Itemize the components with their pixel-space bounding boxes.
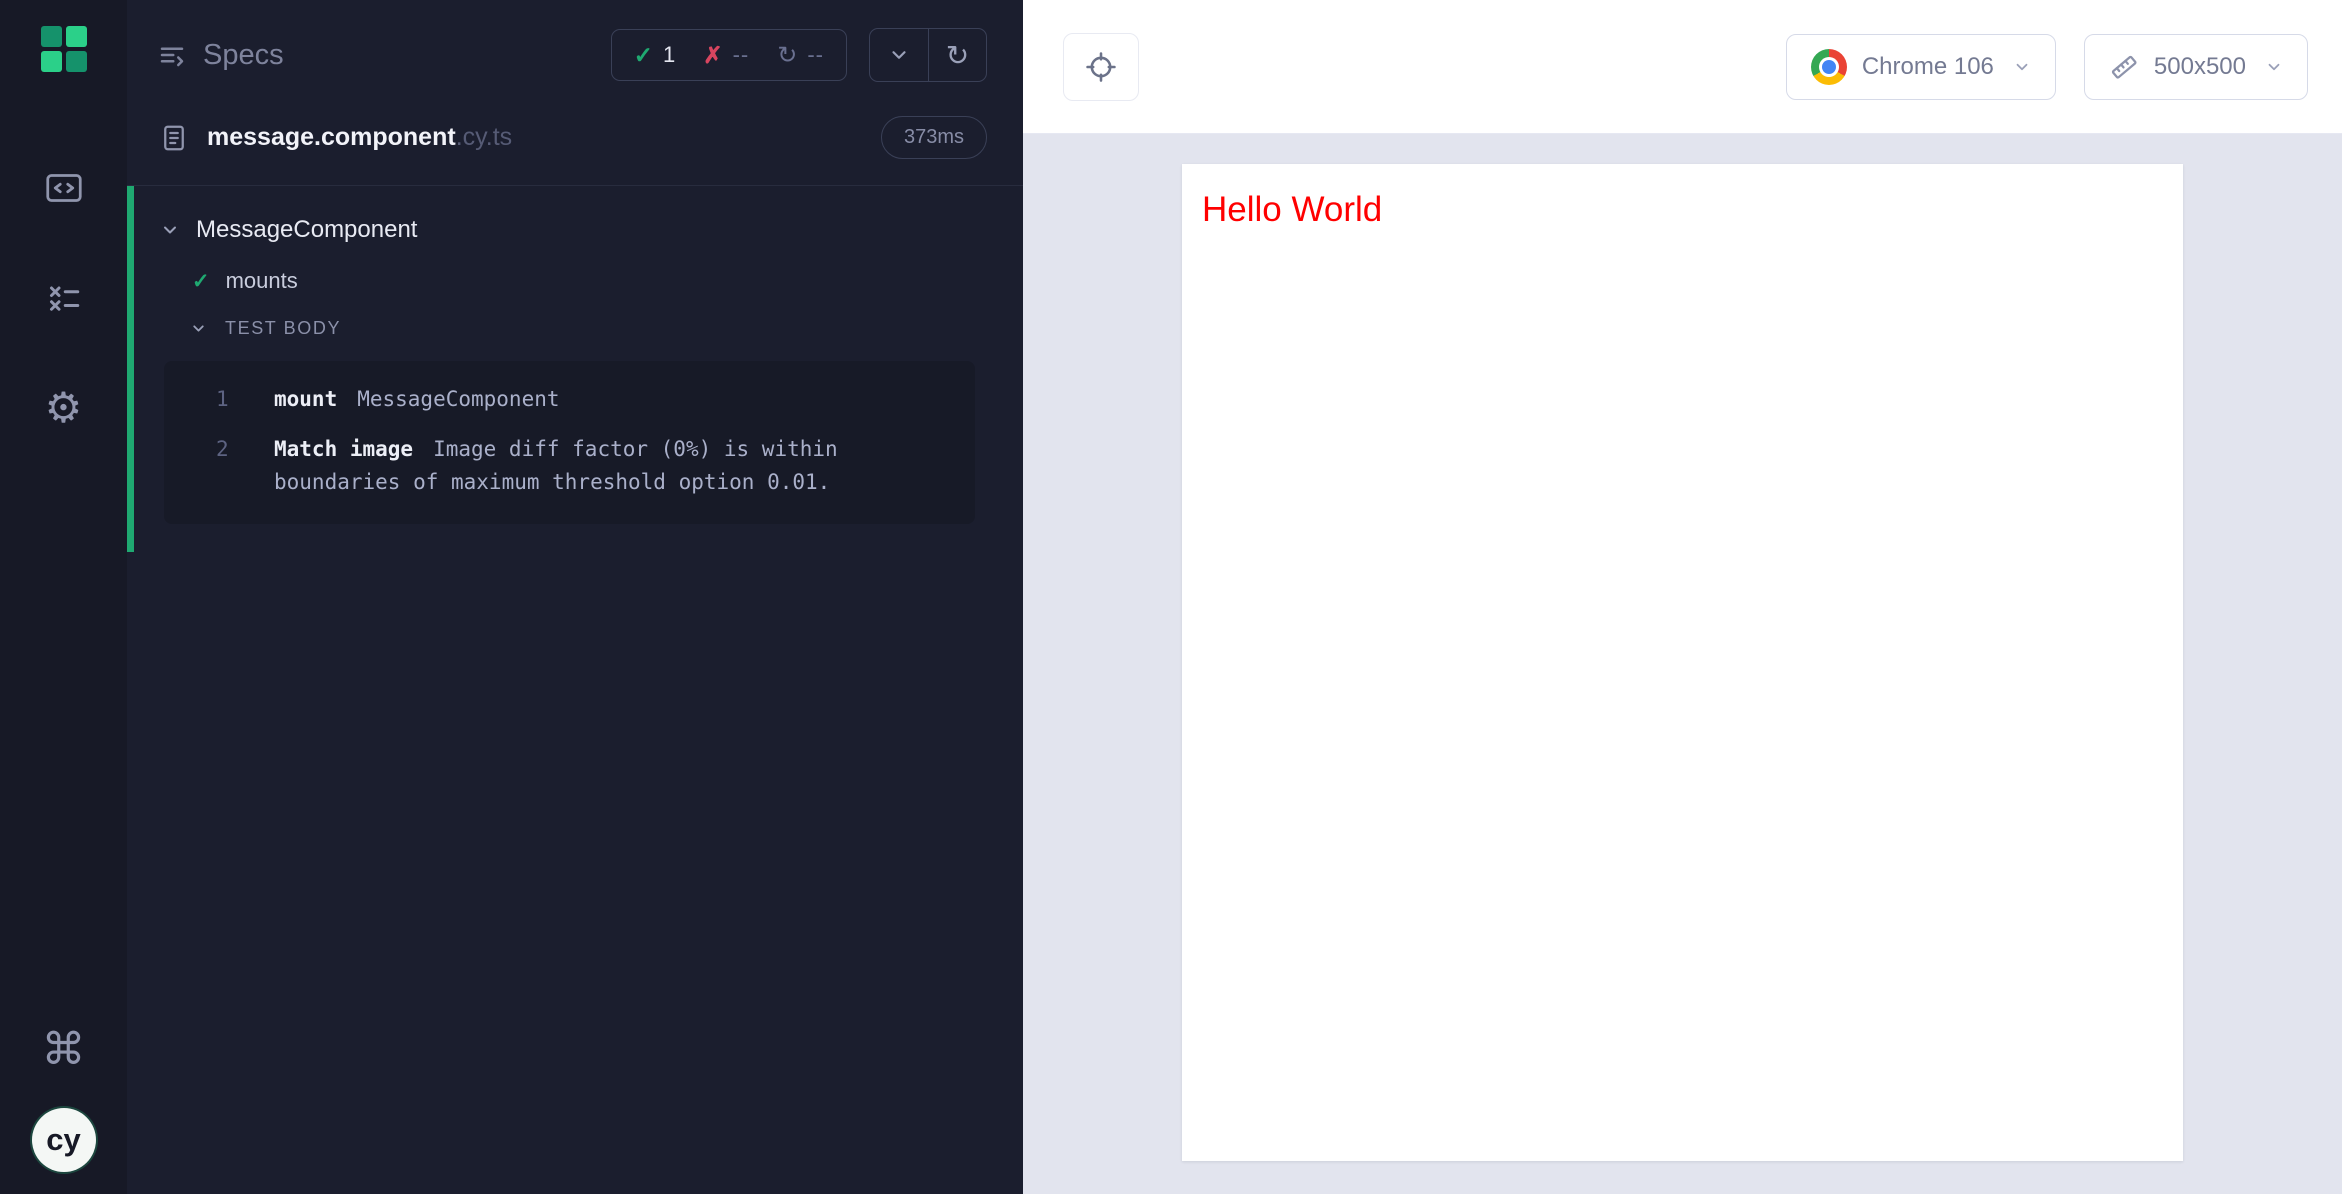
pending-icon: ↻: [777, 41, 797, 70]
command-number: 2: [164, 433, 274, 500]
chevron-down-icon: [2265, 58, 2283, 76]
spec-file-extension: .cy.ts: [456, 123, 512, 152]
spec-file-name: message.component: [207, 123, 456, 152]
test-stats: ✓ 1 ✗ -- ↻ --: [611, 29, 847, 81]
passed-count: 1: [663, 42, 675, 68]
suite-row[interactable]: MessageComponent: [134, 204, 1023, 256]
command-text: mount MessageComponent: [274, 383, 953, 417]
ruler-icon: [2109, 52, 2139, 82]
runner-main: Chrome 106 500x500: [1023, 0, 2342, 1194]
browser-dropdown[interactable]: Chrome 106: [1786, 34, 2056, 100]
command-detail: MessageComponent: [357, 387, 559, 411]
test-list-icon[interactable]: [40, 274, 88, 322]
viewport-label: 500x500: [2154, 53, 2246, 81]
spec-document-icon: [159, 123, 189, 153]
settings-gear-icon[interactable]: ⚙: [40, 384, 88, 432]
test-body-section-row[interactable]: TEST BODY: [134, 306, 1023, 353]
run-controls: ↻: [869, 28, 987, 82]
check-icon: ✓: [634, 42, 653, 69]
failed-count: --: [733, 42, 750, 68]
app-logo-icon[interactable]: [41, 26, 87, 72]
suite-title: MessageComponent: [196, 216, 417, 244]
aut-message: Hello World: [1202, 190, 2163, 230]
selector-playground-button[interactable]: [1063, 33, 1139, 101]
specs-menu-icon[interactable]: [157, 40, 187, 70]
command-text: Match imageImage diff factor (0%) is wit…: [274, 433, 953, 500]
runner-toolbar: Chrome 106 500x500: [1023, 0, 2342, 134]
panel-title: Specs: [203, 39, 284, 72]
nav-rail: ⚙ ⌘ cy: [0, 0, 127, 1194]
pending-count: --: [807, 42, 824, 68]
chevron-down-icon: [190, 320, 207, 337]
command-name: mount: [274, 387, 337, 411]
collapse-tests-button[interactable]: [870, 29, 928, 81]
command-number: 1: [164, 383, 274, 417]
command-row: 1 mount MessageComponent: [164, 375, 953, 425]
aut-iframe: Hello World: [1182, 164, 2183, 1161]
command-name: Match image: [274, 437, 413, 461]
test-tree: MessageComponent ✓ mounts TEST BODY 1 mo…: [127, 186, 1023, 552]
x-icon: ✗: [703, 42, 722, 69]
specs-header: Specs ✓ 1 ✗ -- ↻ -- ↻: [127, 0, 1023, 104]
test-title: mounts: [226, 268, 298, 294]
cypress-logo[interactable]: cy: [32, 1108, 96, 1172]
viewport-dropdown[interactable]: 500x500: [2084, 34, 2308, 100]
code-window-icon[interactable]: [40, 164, 88, 212]
keyboard-shortcuts-icon[interactable]: ⌘: [40, 1026, 88, 1074]
command-log: 1 mount MessageComponent 2 Match imageIma…: [164, 361, 975, 524]
stat-pending: ↻ --: [777, 41, 824, 70]
chrome-icon: [1811, 49, 1847, 85]
command-row: 2 Match imageImage diff factor (0%) is w…: [164, 425, 953, 508]
check-icon: ✓: [192, 269, 210, 294]
chevron-down-icon: [160, 220, 180, 240]
spec-duration-badge: 373ms: [881, 116, 987, 159]
browser-label: Chrome 106: [1862, 53, 1994, 81]
specs-panel: Specs ✓ 1 ✗ -- ↻ -- ↻: [127, 0, 1023, 1194]
stat-passed: ✓ 1: [634, 42, 676, 69]
toolbar-right-group: Chrome 106 500x500: [1786, 34, 2308, 100]
test-body-label: TEST BODY: [225, 318, 341, 339]
spec-file-row[interactable]: message.component .cy.ts 373ms: [127, 104, 1023, 186]
test-row[interactable]: ✓ mounts: [134, 256, 1023, 306]
stat-failed: ✗ --: [703, 42, 749, 69]
chevron-down-icon: [2013, 58, 2031, 76]
aut-viewport-area: Hello World: [1023, 134, 2342, 1194]
rerun-tests-button[interactable]: ↻: [928, 29, 986, 81]
